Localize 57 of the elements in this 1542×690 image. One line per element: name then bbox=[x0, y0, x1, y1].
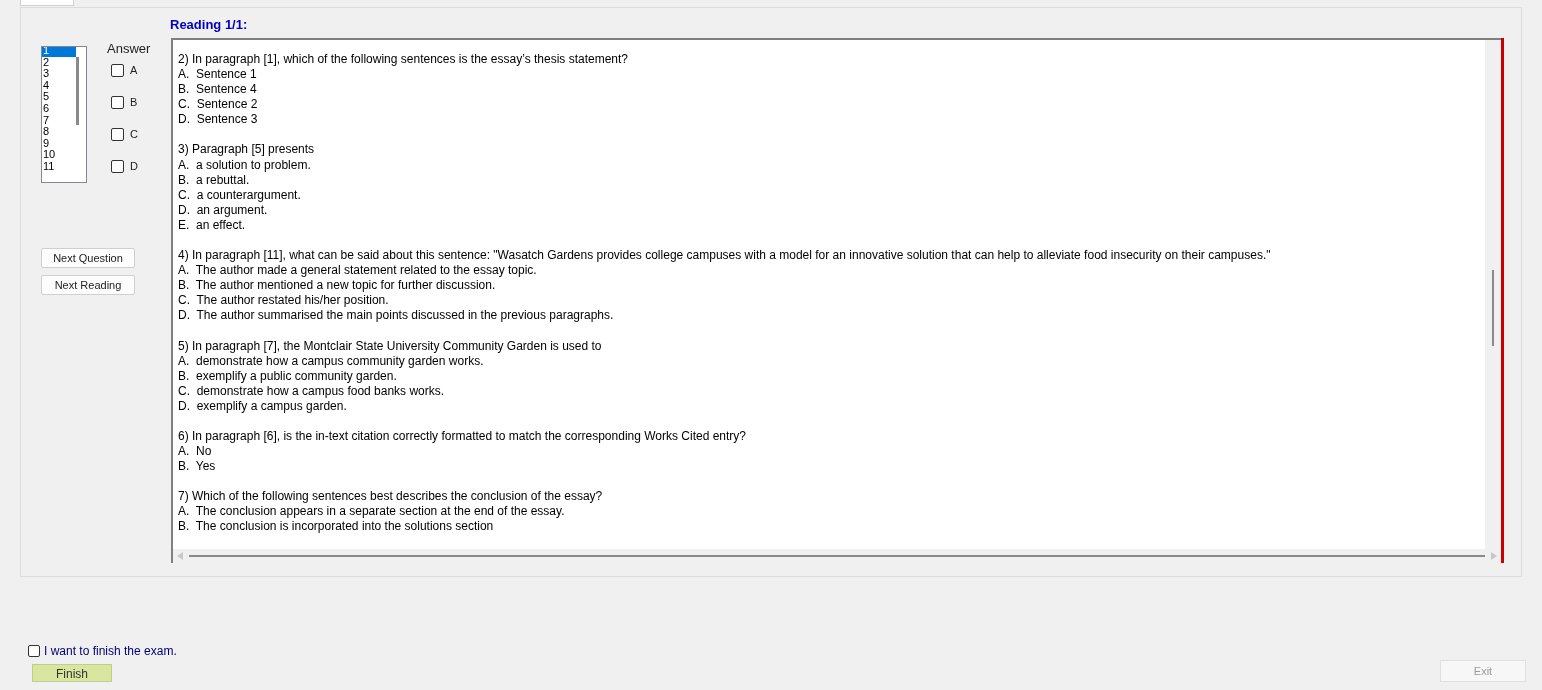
answer-option: A. demonstrate how a campus community garden works. bbox=[178, 353, 1485, 369]
question-list-item[interactable]: 7 bbox=[42, 114, 76, 127]
nav-button[interactable]: Next Reading bbox=[41, 275, 135, 295]
answer-checkbox[interactable] bbox=[111, 95, 124, 109]
question-list-item[interactable]: 5 bbox=[42, 91, 76, 103]
finish-label: I want to finish the exam. bbox=[44, 643, 177, 660]
answer-option: B. The author mentioned a new topic for further discussion. bbox=[178, 278, 1485, 294]
question-list[interactable]: 1 2 3 4 5 6 7 8 9 10 11 bbox=[41, 46, 87, 183]
question-list-item[interactable]: 11 bbox=[42, 160, 76, 173]
answer-option: D. Sentence 3 bbox=[178, 112, 1485, 128]
answer-option-label: C bbox=[130, 126, 138, 142]
answer-option: B. a rebuttal. bbox=[178, 172, 1485, 188]
reading-title: Reading 1/1: bbox=[170, 17, 249, 34]
answer-option: D. The author summarised the main points discussed in the previous paragraphs. bbox=[178, 308, 1485, 324]
answer-checkbox[interactable] bbox=[111, 159, 124, 173]
answer-option-label: A bbox=[130, 62, 138, 78]
question-list-item[interactable]: 6 bbox=[42, 102, 76, 115]
question-text: 2) In paragraph [1], which of the following sentences is the essay’s thesis statement? bbox=[178, 52, 630, 68]
answer-option-label: B bbox=[130, 94, 138, 110]
answer-option: E. an effect. bbox=[178, 217, 1485, 234]
scrollbar[interactable] bbox=[76, 57, 79, 125]
answer-option: D. an argument. bbox=[178, 202, 1485, 218]
answer-option: C. demonstrate how a campus food banks works. bbox=[178, 383, 1485, 399]
answer-option: C. The author restated his/her position. bbox=[178, 293, 1485, 309]
question-text: 7) Which of the following sentences best describes the conclusion of the essay? bbox=[178, 489, 604, 505]
answer-option: D. exemplify a campus garden. bbox=[178, 398, 1485, 414]
question-list-item[interactable]: 8 bbox=[42, 126, 76, 138]
question-text: 4) In paragraph [11], what can be said about this sentence: "Wasatch Gardens provides college campuses with a model for an innovative solution that can help to alleviate food insecurity on their campuses." bbox=[178, 248, 1272, 264]
nav-button[interactable]: Next Question bbox=[41, 248, 135, 268]
answer-option: B. Yes bbox=[178, 459, 1485, 475]
question-list-item[interactable]: 2 bbox=[42, 56, 76, 69]
answer-option: A. Sentence 1 bbox=[178, 67, 1485, 83]
vertical-scrollbar-thumb[interactable] bbox=[1492, 270, 1494, 346]
question-text: 3) Paragraph [5] presents bbox=[178, 142, 316, 158]
finish-checkbox[interactable] bbox=[28, 645, 40, 657]
question-list-item[interactable]: 4 bbox=[42, 79, 76, 92]
question-text: 5) In paragraph [7], the Montclair State University Community Garden is used to bbox=[178, 338, 603, 354]
answer-option: C. a counterargument. bbox=[178, 187, 1485, 203]
answer-option-label: D bbox=[130, 158, 138, 174]
answer-checkbox[interactable] bbox=[111, 127, 124, 141]
answer-option: B. Sentence 4 bbox=[178, 82, 1485, 98]
answer-checkbox[interactable] bbox=[111, 63, 124, 77]
question-list-item[interactable]: 3 bbox=[42, 68, 76, 80]
question-text: 6) In paragraph [6], is the in-text citation correctly formatted to match the corresponding Works Cited entry? bbox=[178, 428, 748, 445]
answer-option: C. Sentence 2 bbox=[178, 97, 1485, 113]
tab[interactable] bbox=[20, 0, 74, 6]
answer-option: B. exemplify a public community garden. bbox=[178, 368, 1485, 384]
answer-option: A. a solution to problem. bbox=[178, 157, 1485, 173]
question-list-item[interactable]: 10 bbox=[42, 149, 76, 161]
answer-option: A. No bbox=[178, 444, 1485, 460]
answer-option: A. The conclusion appears in a separate section at the end of the essay. bbox=[178, 504, 1485, 520]
answer-label: Answer bbox=[107, 42, 151, 55]
question-list-item[interactable]: 1 bbox=[42, 47, 76, 57]
answer-option: A. The author made a general statement related to the essay topic. bbox=[178, 263, 1485, 279]
question-list-item[interactable]: 9 bbox=[42, 137, 76, 150]
answer-option: B. The conclusion is incorporated into the solutions section bbox=[178, 519, 1485, 535]
finish-button[interactable]: Finish bbox=[32, 664, 112, 682]
